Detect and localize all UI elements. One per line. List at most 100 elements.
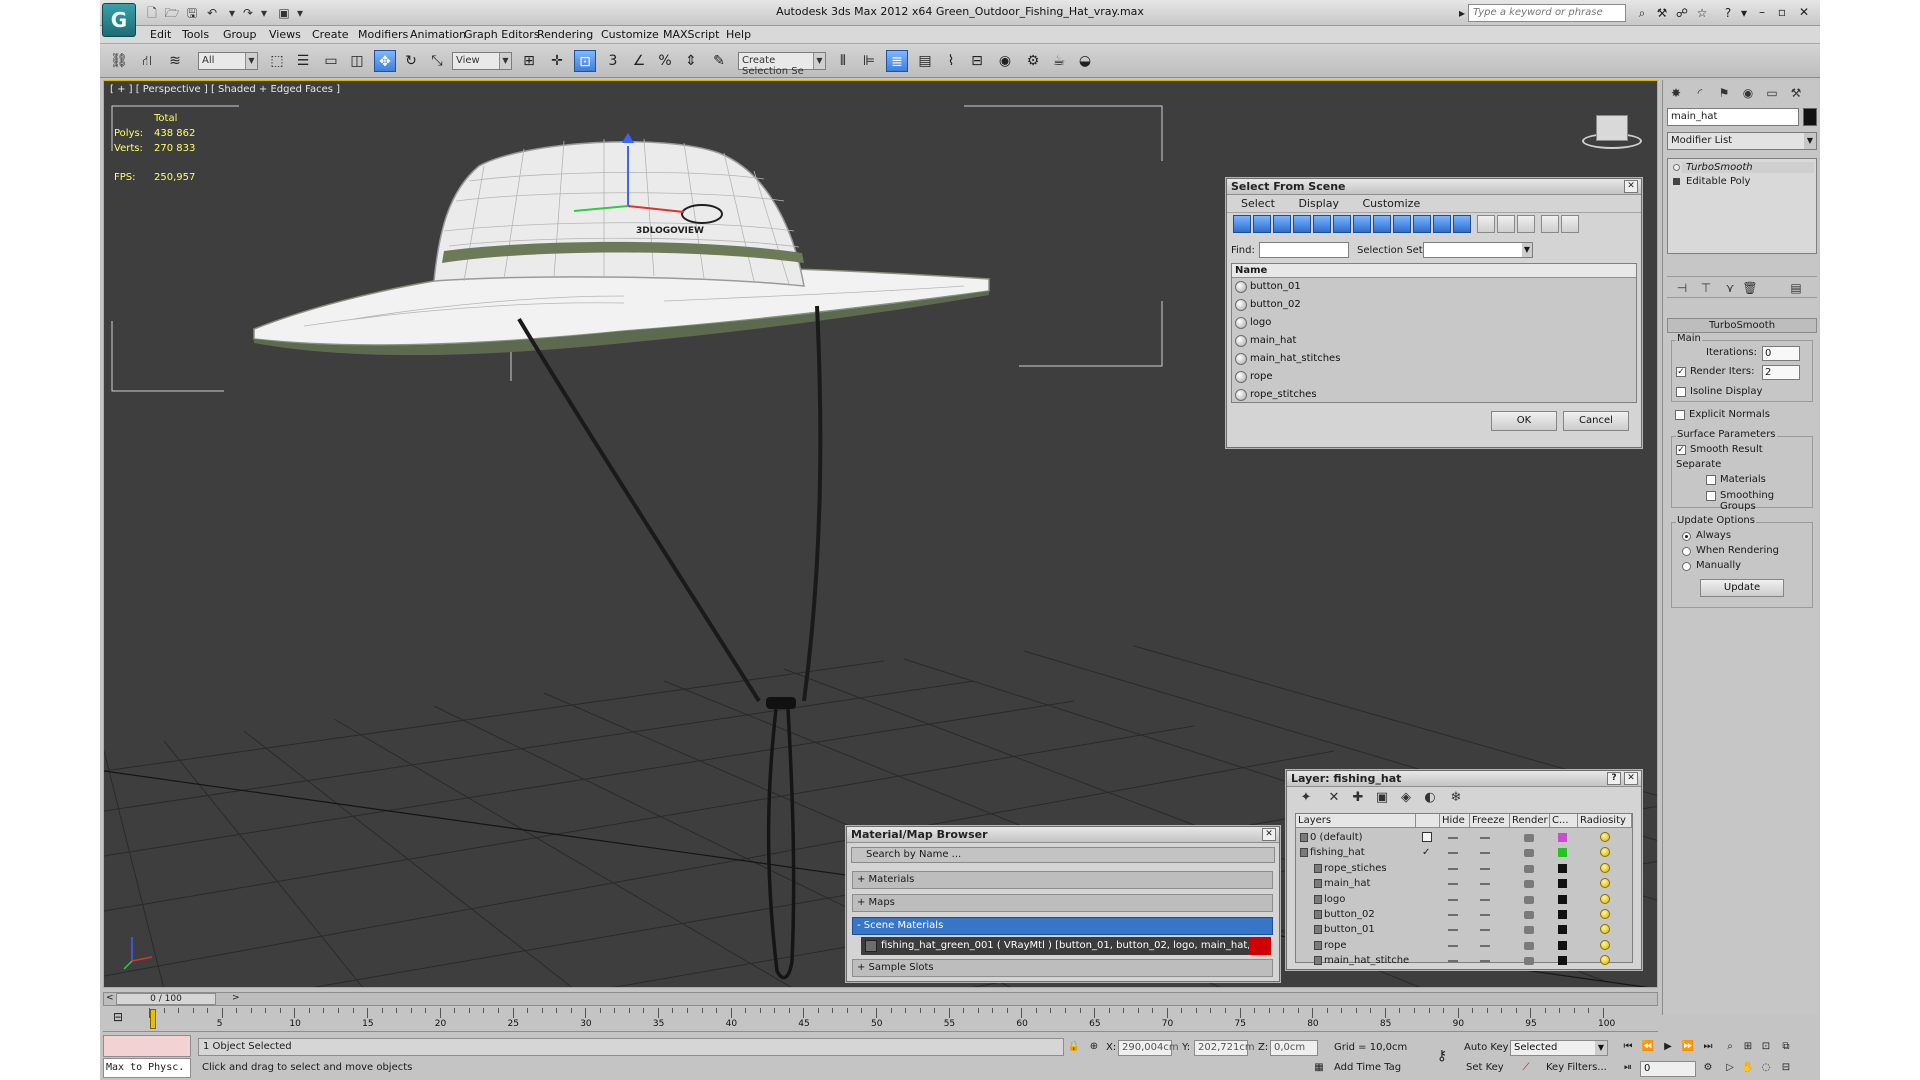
radiosity-icon[interactable] [1600, 939, 1610, 950]
column-radiosity[interactable]: Radiosity [1578, 814, 1632, 828]
menu-tools[interactable]: Tools [182, 28, 209, 41]
hide-toggle[interactable] [1448, 944, 1458, 947]
set-key-mode-icon[interactable]: ⟋ [1518, 1060, 1534, 1076]
render-teapot-icon[interactable] [1524, 957, 1534, 966]
zoom-all-icon[interactable]: ⊞ [1740, 1039, 1756, 1055]
remove-modifier-icon[interactable]: 🗑 [1741, 279, 1759, 297]
turbosmooth-rollout[interactable]: TurboSmooth [1667, 318, 1817, 333]
help-icon[interactable]: ? [1720, 5, 1736, 21]
freeze-all-layers-icon[interactable]: ❄ [1447, 789, 1465, 807]
close-window-button[interactable]: ✕ [1794, 3, 1814, 21]
menu-select[interactable]: Select [1241, 197, 1275, 210]
render-teapot-icon[interactable] [1524, 864, 1534, 873]
list-item[interactable]: main_hat [1232, 332, 1636, 350]
list-item[interactable]: logo [1232, 314, 1636, 332]
column-hide[interactable]: Hide [1440, 814, 1470, 828]
radiosity-icon[interactable] [1600, 955, 1610, 966]
object-list[interactable]: Name button_01 button_02 logo main_hat m… [1231, 263, 1637, 403]
radiosity-icon[interactable] [1600, 847, 1610, 858]
table-row[interactable]: rope [1296, 938, 1632, 953]
layer-color-swatch[interactable] [1558, 894, 1567, 904]
close-icon[interactable]: ✕ [1624, 772, 1638, 785]
keyboard-shortcut-override-icon[interactable]: ⊡ [574, 50, 596, 72]
smoothing-groups-checkbox[interactable] [1706, 491, 1716, 501]
maximize-button[interactable]: ▫ [1772, 3, 1792, 21]
when-rendering-radio[interactable] [1682, 547, 1691, 556]
key-mode-toggle-icon[interactable]: ⏯ [1620, 1060, 1636, 1076]
list-item[interactable]: button_01 [1232, 278, 1636, 296]
add-time-tag-label[interactable]: Add Time Tag [1334, 1062, 1401, 1073]
expand-icon[interactable] [1673, 178, 1680, 185]
add-time-tag-icon[interactable]: ▦ [1311, 1060, 1327, 1076]
render-teapot-icon[interactable] [1524, 880, 1534, 889]
maximize-viewport-icon[interactable]: ⊟ [1778, 1060, 1794, 1076]
group-sample-slots[interactable]: + Sample Slots [852, 959, 1273, 977]
minimize-button[interactable]: – [1752, 3, 1772, 21]
hide-all-layers-icon[interactable]: ◐ [1421, 789, 1439, 807]
object-name-input[interactable]: main_hat [1667, 108, 1799, 126]
filter-icon[interactable] [1541, 215, 1559, 233]
layer-color-swatch[interactable] [1558, 879, 1567, 889]
manipulate-icon[interactable]: ✛ [546, 50, 568, 72]
manually-radio[interactable] [1682, 562, 1691, 571]
display-groups-icon[interactable] [1353, 215, 1371, 233]
layer-color-swatch[interactable] [1558, 925, 1567, 935]
pivot-point-icon[interactable]: ⊞ [518, 50, 540, 72]
display-bones-icon[interactable] [1393, 215, 1411, 233]
go-to-start-icon[interactable]: ⏮ [1620, 1039, 1636, 1055]
freeze-toggle[interactable] [1480, 852, 1490, 855]
table-row[interactable]: main_hat_stitche [1296, 953, 1632, 968]
play-icon[interactable]: ▶ [1660, 1039, 1676, 1055]
display-xrefs-icon[interactable] [1373, 215, 1391, 233]
percent-snap-icon[interactable]: % [654, 50, 676, 72]
key-mode-dropdown[interactable]: Selected ▼ [1510, 1040, 1608, 1056]
list-item[interactable]: button_02 [1232, 296, 1636, 314]
display-lights-icon[interactable] [1273, 215, 1291, 233]
track-bar[interactable]: 5 10 15 20 25 30 35 40 45 50 55 60 65 70 75 80 85 90 95 100… [103, 1008, 1658, 1032]
layer-color-swatch[interactable] [1558, 910, 1567, 919]
set-key-button[interactable]: Set Key [1466, 1062, 1504, 1073]
layer-color-swatch[interactable] [1558, 956, 1567, 966]
render-teapot-icon[interactable] [1524, 911, 1534, 919]
table-row[interactable]: button_01 [1296, 922, 1632, 937]
previous-frame-icon[interactable]: ⏪ [1640, 1039, 1656, 1055]
time-configuration-icon[interactable]: ⚙ [1700, 1060, 1716, 1076]
hide-toggle[interactable] [1448, 960, 1458, 963]
list-item[interactable]: main_hat_stitches [1232, 350, 1636, 368]
group-materials[interactable]: + Materials [852, 871, 1273, 889]
maxscript-listener[interactable]: Max to Physc. [103, 1035, 191, 1079]
always-radio[interactable] [1682, 532, 1691, 541]
column-render[interactable]: Render [1510, 814, 1550, 828]
radiosity-icon[interactable] [1600, 832, 1610, 842]
freeze-toggle[interactable] [1480, 867, 1490, 870]
time-next-icon[interactable]: > [232, 993, 240, 1003]
display-frozen-icon[interactable] [1433, 215, 1451, 233]
freeze-toggle[interactable] [1480, 914, 1490, 916]
group-maps[interactable]: + Maps [852, 894, 1273, 912]
object-color-swatch[interactable] [1803, 108, 1817, 126]
current-frame-marker[interactable] [150, 1009, 156, 1029]
iterations-spinner[interactable]: 0 [1762, 346, 1800, 361]
pan-icon[interactable]: ✋ [1740, 1060, 1756, 1076]
material-editor-icon[interactable]: ◉ [994, 50, 1016, 72]
selection-filter-dropdown[interactable]: All ▼ [198, 52, 258, 70]
current-layer-check-icon[interactable]: ✓ [1422, 845, 1430, 860]
auto-key-button[interactable]: Auto Key [1464, 1042, 1509, 1053]
layer-color-swatch[interactable] [1558, 833, 1567, 842]
radiosity-icon[interactable] [1600, 893, 1610, 904]
viewport-label[interactable]: [ + ] [ Perspective ] [ Shaded + Edged F… [110, 84, 340, 95]
subscription-icon[interactable]: ⚒ [1654, 5, 1670, 21]
window-crossing-icon[interactable]: ◫ [346, 50, 368, 72]
select-and-link-icon[interactable]: ⛓ [108, 50, 130, 72]
freeze-toggle[interactable] [1480, 883, 1490, 886]
radiosity-icon[interactable] [1600, 924, 1610, 935]
rendered-frame-window-icon[interactable]: ☕ [1048, 50, 1070, 72]
menu-views[interactable]: Views [269, 28, 301, 41]
select-by-name-icon[interactable]: ☰ [292, 50, 314, 72]
menu-group[interactable]: Group [223, 28, 257, 41]
create-layer-icon[interactable]: ✦ [1297, 789, 1315, 807]
update-button[interactable]: Update [1700, 579, 1784, 597]
light-bulb-icon[interactable] [1673, 164, 1680, 171]
modifier-editable-poly[interactable]: Editable Poly [1686, 176, 1750, 187]
display-hidden-icon[interactable] [1453, 215, 1471, 233]
